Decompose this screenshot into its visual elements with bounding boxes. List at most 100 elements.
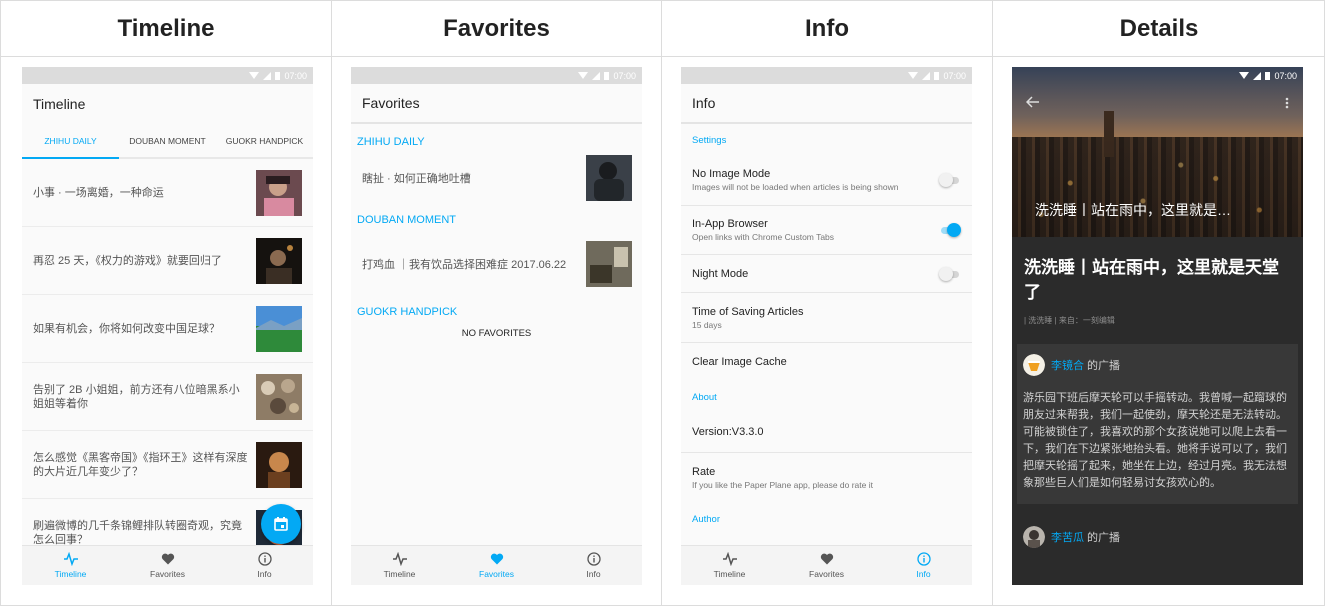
calendar-fab-button[interactable] <box>261 504 301 544</box>
broadcast-card: 李镜合 的广播 游乐园下班后摩天轮可以手摇转动。我曾喊一起蹓球的朋友过来帮我，我… <box>1017 344 1298 504</box>
bottom-navigation: Timeline Favorites Info <box>351 545 642 585</box>
column-title: Favorites <box>332 0 661 57</box>
setting-clear-cache[interactable]: Clear Image Cache <box>681 343 972 381</box>
list-item[interactable]: 打鸡血 ｜我有饮品选择困难症 2017.06.22 <box>351 238 642 290</box>
status-bar: 07:00 <box>1012 67 1303 84</box>
column-title: Details <box>993 0 1325 57</box>
timeline-feed[interactable]: 小事 · 一场离婚，一种命运 再忍 25 天，《权力的游戏》就要回归了 如果有机… <box>22 159 313 545</box>
favorites-list[interactable]: ZHIHU DAILY 瞎扯 · 如何正确地吐槽 DOUBAN MOMENT 打… <box>351 126 642 545</box>
list-item-title: 如果有机会，你将如何改变中国足球？ <box>33 322 220 335</box>
setting-subtitle: If you like the Paper Plane app, please … <box>692 479 873 490</box>
column-timeline: Timeline 07:00 Timeline ZHIHU DAILY DOUB… <box>0 0 331 606</box>
info-icon <box>586 552 601 566</box>
nav-timeline[interactable]: Timeline <box>22 546 119 585</box>
info-icon <box>916 552 931 566</box>
back-arrow-icon[interactable] <box>1026 95 1040 109</box>
setting-in-app-browser[interactable]: In-App Browser Open links with Chrome Cu… <box>681 206 972 255</box>
showcase-board: Timeline 07:00 Timeline ZHIHU DAILY DOUB… <box>0 0 1325 606</box>
list-item-title: 告别了 2B 小姐姐，前方还有八位暗黑系小姐姐等着你 <box>33 383 240 410</box>
pulse-icon <box>392 552 407 566</box>
broadcast-suffix: 的广播 <box>1084 532 1121 544</box>
night-mode-toggle[interactable] <box>939 266 961 281</box>
tab-douban-moment[interactable]: DOUBAN MOMENT <box>119 124 216 157</box>
calendar-icon <box>274 517 288 531</box>
article-thumbnail <box>256 305 302 352</box>
column-info: Info 07:00 Info Settings No Image Mode I… <box>661 0 992 606</box>
list-item[interactable]: 瞎扯 · 如何正确地吐槽 <box>351 152 642 204</box>
more-vert-icon[interactable] <box>1285 97 1289 109</box>
list-item[interactable]: 怎么感觉《黑客帝国》《指环王》这样有深度的大片近几年变少了？ <box>22 431 313 499</box>
battery-icon <box>934 71 940 80</box>
nav-label: Favorites <box>479 569 514 579</box>
list-item[interactable]: 告别了 2B 小姐姐，前方还有八位暗黑系小姐姐等着你 <box>22 363 313 431</box>
pulse-icon <box>63 552 78 566</box>
in-app-browser-toggle[interactable] <box>939 223 961 237</box>
article-title: 洗洗睡丨站在雨中，这里就是天堂了 <box>1024 258 1279 302</box>
battery-icon <box>1265 71 1271 80</box>
setting-title: Night Mode <box>692 267 749 280</box>
section-header-about: About <box>692 392 717 403</box>
nav-info[interactable]: Info <box>545 546 642 585</box>
bottom-navigation: Timeline Favorites Info <box>681 545 972 585</box>
bottom-navigation: Timeline Favorites Info <box>22 545 313 585</box>
source-tabs: ZHIHU DAILY DOUBAN MOMENT GUOKR HANDPICK <box>22 124 313 159</box>
list-item-title: 瞎扯 · 如何正确地吐槽 <box>362 173 471 185</box>
phone-favorites: 07:00 Favorites ZHIHU DAILY 瞎扯 · 如何正确地吐槽… <box>351 67 642 585</box>
heart-icon <box>820 553 833 565</box>
nav-favorites[interactable]: Favorites <box>448 546 545 585</box>
signal-icon <box>1253 71 1262 80</box>
column-details: Details 07:00 洗洗睡丨站在雨中，这里就是… 洗洗睡丨站在雨中，这里… <box>992 0 1325 606</box>
list-item-title: 怎么感觉《黑客帝国》《指环王》这样有深度的大片近几年变少了？ <box>33 451 248 478</box>
article-thumbnail <box>586 241 632 287</box>
tab-guokr-handpick[interactable]: GUOKR HANDPICK <box>216 124 313 157</box>
setting-version[interactable]: Version:V3.3.0 <box>681 412 972 453</box>
article-thumbnail <box>586 155 632 201</box>
nav-label: Info <box>586 569 601 579</box>
list-item-title: 刷遍微博的几千条锦鲤排队转圈奇观，究竟怎么回事？ <box>33 519 242 546</box>
nav-info[interactable]: Info <box>875 546 972 585</box>
setting-title: Clear Image Cache <box>692 356 787 368</box>
tab-zhihu-daily[interactable]: ZHIHU DAILY <box>22 124 119 159</box>
nav-info[interactable]: Info <box>216 546 313 585</box>
nav-label: Timeline <box>383 569 416 579</box>
article-thumbnail <box>256 441 302 488</box>
setting-rate[interactable]: Rate If you like the Paper Plane app, pl… <box>681 453 972 502</box>
pulse-icon <box>722 552 737 566</box>
wifi-icon <box>1239 72 1250 79</box>
nav-label: Timeline <box>54 569 87 579</box>
status-time: 07:00 <box>1274 70 1297 81</box>
battery-icon <box>275 71 281 80</box>
status-bar: 07:00 <box>681 67 972 84</box>
setting-saving-time[interactable]: Time of Saving Articles 15 days <box>681 293 972 343</box>
status-time: 07:00 <box>284 70 307 81</box>
avatar <box>1023 354 1045 376</box>
app-bar-title: Favorites <box>351 84 642 124</box>
phone-details: 07:00 洗洗睡丨站在雨中，这里就是… 洗洗睡丨站在雨中，这里就是天堂了 | … <box>1012 67 1303 585</box>
no-image-toggle[interactable] <box>939 173 961 187</box>
settings-list[interactable]: Settings No Image Mode Images will not b… <box>681 124 972 545</box>
section-header-guokr: GUOKR HANDPICK <box>357 306 458 318</box>
setting-night-mode[interactable]: Night Mode <box>681 255 972 293</box>
list-item[interactable]: 如果有机会，你将如何改变中国足球？ <box>22 295 313 363</box>
heart-icon <box>161 553 174 565</box>
setting-no-image-mode[interactable]: No Image Mode Images will not be loaded … <box>681 155 972 206</box>
broadcast-author[interactable]: 李苦瓜 <box>1051 532 1084 544</box>
wifi-icon <box>908 72 919 79</box>
section-header-author: Author <box>692 514 720 525</box>
nav-favorites[interactable]: Favorites <box>119 546 216 585</box>
nav-favorites[interactable]: Favorites <box>778 546 875 585</box>
phone-timeline: 07:00 Timeline ZHIHU DAILY DOUBAN MOMENT… <box>22 67 313 585</box>
nav-timeline[interactable]: Timeline <box>681 546 778 585</box>
app-bar-title: Timeline <box>22 84 313 124</box>
broadcast-author[interactable]: 李镜合 <box>1051 360 1084 372</box>
status-bar: 07:00 <box>351 67 642 84</box>
list-item[interactable]: 小事 · 一场离婚，一种命运 <box>22 159 313 227</box>
list-item[interactable]: 再忍 25 天，《权力的游戏》就要回归了 <box>22 227 313 295</box>
nav-timeline[interactable]: Timeline <box>351 546 448 585</box>
nav-label: Info <box>257 569 272 579</box>
article-content[interactable]: 洗洗睡丨站在雨中，这里就是天堂了 | 洗洗睡 | 来自：一刻编辑 李镜合 的广播… <box>1012 237 1303 585</box>
broadcast-body: 游乐园下班后摩天轮可以手摇转动。我曾喊一起蹓球的朋友过来帮我，我们一起使劲，摩天… <box>1023 392 1287 489</box>
status-time: 07:00 <box>613 70 636 81</box>
heart-icon <box>490 553 503 565</box>
nav-label: Info <box>916 569 931 579</box>
